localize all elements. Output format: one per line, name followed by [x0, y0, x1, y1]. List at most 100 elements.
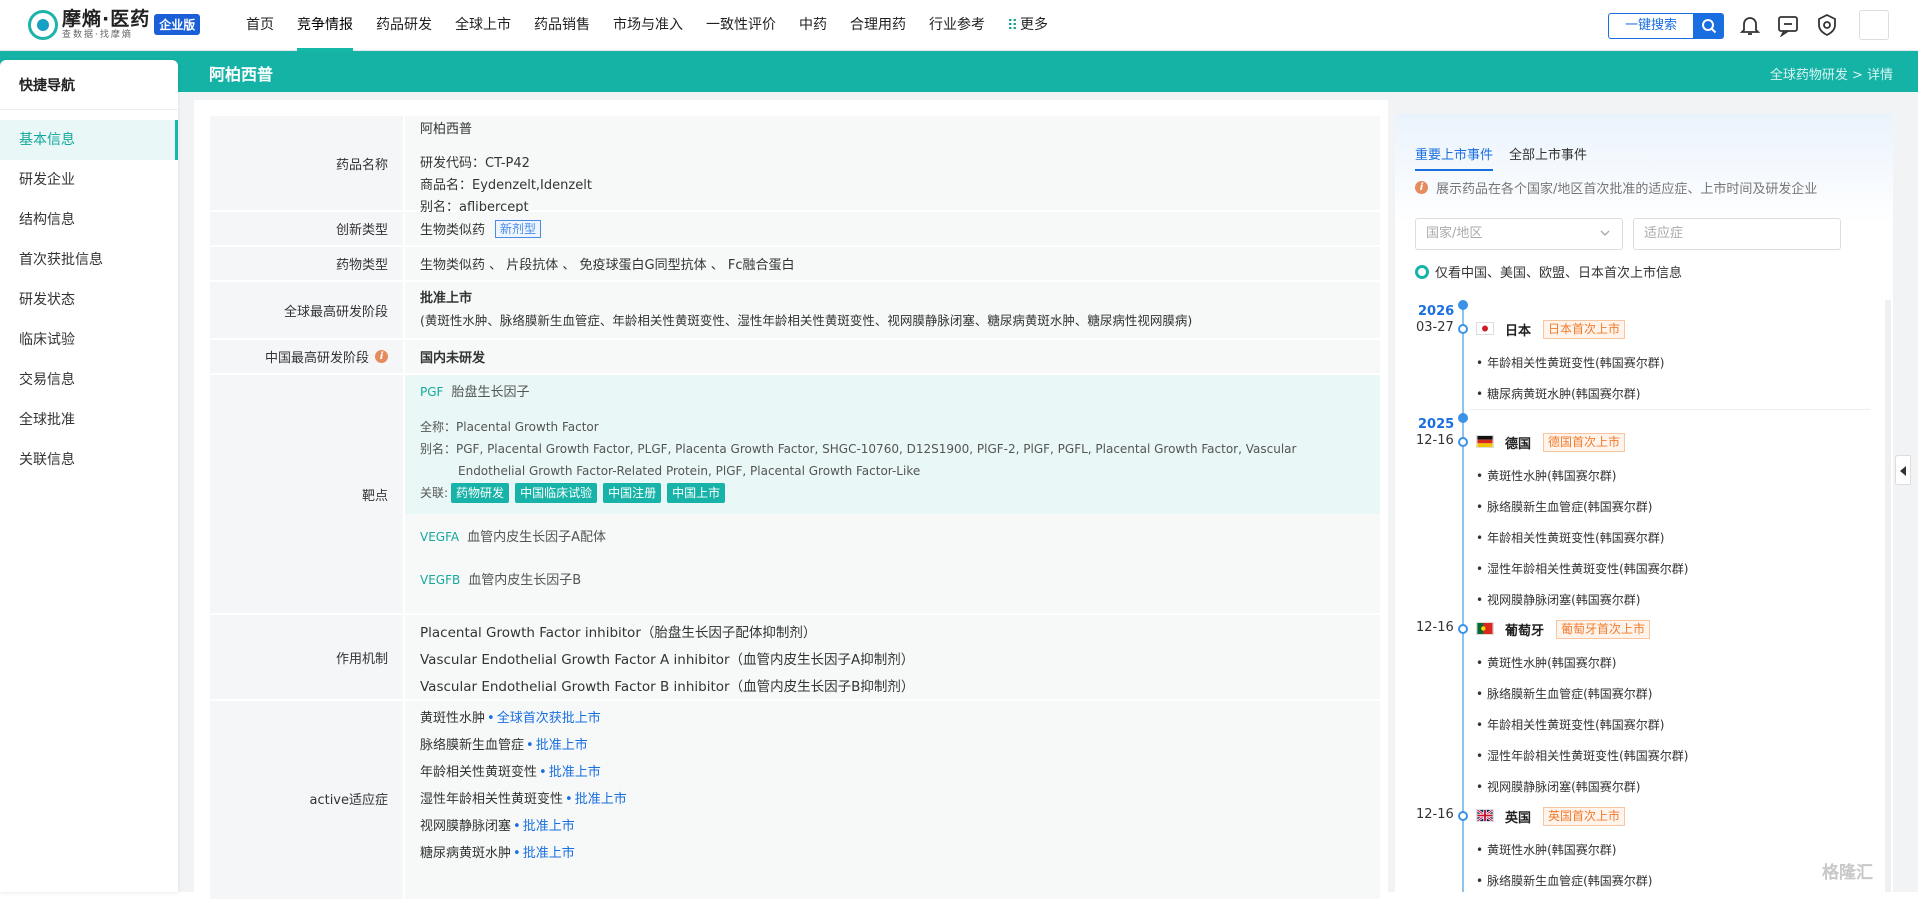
- chevron-left-icon: [1900, 466, 1906, 476]
- timeline-event-dot: [1458, 811, 1468, 821]
- label-drug-type: 药物类型: [210, 247, 403, 280]
- chip-drug-rd[interactable]: 药物研发: [451, 483, 510, 503]
- label-innovation: 创新类型: [210, 212, 403, 245]
- tab-all-events[interactable]: 全部上市事件: [1509, 144, 1587, 171]
- country-name: 葡萄牙: [1505, 624, 1545, 639]
- chip-china-trials[interactable]: 中国临床试验: [515, 483, 598, 503]
- feedback-icon[interactable]: [1776, 13, 1800, 38]
- china-stage-label: 中国最高研发阶段: [264, 351, 369, 366]
- nav-market-access[interactable]: 市场与准入: [613, 0, 683, 51]
- nav-drug-sales[interactable]: 药品销售: [534, 0, 590, 51]
- country-name: 英国: [1505, 811, 1532, 826]
- flag-japan-icon: [1476, 322, 1494, 335]
- indication-item: 视网膜静脉闭塞 • 批准上市: [420, 819, 575, 834]
- sidebar-item-basic-info[interactable]: 基本信息: [0, 120, 178, 160]
- collapse-handle[interactable]: [1895, 455, 1911, 485]
- event-item: 脉络膜新生血管症(韩国赛尔群): [1476, 498, 1652, 515]
- nav-industry-ref[interactable]: 行业参考: [929, 0, 985, 51]
- mechanism-item: Vascular Endothelial Growth Factor A inh…: [420, 652, 915, 668]
- event-item: 脉络膜新生血管症(韩国赛尔群): [1476, 685, 1652, 702]
- label-mechanism: 作用机制: [210, 615, 403, 699]
- search-icon[interactable]: [1694, 13, 1724, 39]
- radio-icon[interactable]: [1415, 264, 1429, 279]
- timeline-event-dot: [1458, 624, 1468, 634]
- row-indications: active适应症 黄斑性水肿 • 全球首次获批上市 脉络膜新生血管症 • 批准上市 年…: [210, 701, 1380, 901]
- nav-consistency-eval[interactable]: 一致性评价: [706, 0, 776, 51]
- country-name: 德国: [1505, 437, 1532, 452]
- first-launch-filter[interactable]: 仅看中国、美国、欧盟、日本首次上市信息: [1415, 262, 1682, 281]
- info-icon: i: [1415, 181, 1428, 194]
- indication-select-placeholder: 适应症: [1644, 226, 1684, 241]
- nav-rational-use[interactable]: 合理用药: [850, 0, 906, 51]
- flag-portugal-icon: [1476, 622, 1494, 635]
- bell-icon[interactable]: [1738, 13, 1762, 37]
- logo[interactable]: 摩熵·医药 查数据·找摩熵 企业版: [28, 8, 201, 42]
- target-code[interactable]: VEGFB: [420, 573, 460, 587]
- event-item: 年龄相关性黄斑变性(韩国赛尔群): [1476, 354, 1664, 371]
- info-table: 药品名称 阿柏西普 研发代码：CT-P42 商品名：Eydenzelt,Iden…: [210, 116, 1380, 901]
- indication-item: 脉络膜新生血管症 • 批准上市: [420, 738, 588, 753]
- breadcrumb[interactable]: 全球药物研发 > 详情: [1770, 64, 1893, 83]
- tab-key-events[interactable]: 重要上市事件: [1415, 144, 1494, 171]
- timeline-date: 12-16: [1416, 807, 1454, 822]
- sidebar-item-rd-status[interactable]: 研发状态: [0, 280, 178, 320]
- row-drug-type: 药物类型 生物类似药 、 片段抗体 、 免疫球蛋白G同型抗体 、 Fc融合蛋白: [210, 247, 1380, 282]
- edition-badge: 企业版: [154, 14, 201, 35]
- sidebar-item-global-approval[interactable]: 全球批准: [0, 400, 178, 440]
- row-innovation: 创新类型 生物类似药 新剂型: [210, 212, 1380, 247]
- info-icon[interactable]: i: [375, 350, 388, 363]
- event-item: 糖尿病黄斑水肿(韩国赛尔群): [1476, 385, 1640, 402]
- event-item: 湿性年龄相关性黄斑变性(韩国赛尔群): [1476, 747, 1688, 764]
- nav-global-launch[interactable]: 全球上市: [455, 0, 511, 51]
- events-note-text: 展示药品在各个国家/地区首次批准的适应症、上市时间及研发企业: [1436, 182, 1818, 197]
- indication-name: 黄斑性水肿: [420, 711, 486, 726]
- nav-drug-rd[interactable]: 药品研发: [376, 0, 432, 51]
- indication-status[interactable]: 批准上市: [536, 738, 588, 753]
- related-label: 关联:: [420, 486, 449, 500]
- chip-china-registration[interactable]: 中国注册: [603, 483, 662, 503]
- top-bar: 摩熵·医药 查数据·找摩熵 企业版 首页 竞争情报 药品研发 全球上市 药品销售…: [0, 0, 1918, 51]
- label-global-stage: 全球最高研发阶段: [210, 282, 403, 338]
- indication-status[interactable]: 批准上市: [549, 765, 601, 780]
- country-select[interactable]: 国家/地区: [1415, 218, 1623, 250]
- event-item: 脉络膜新生血管症(韩国赛尔群): [1476, 872, 1652, 889]
- target-code[interactable]: VEGFA: [420, 530, 459, 544]
- event-item: 黄斑性水肿(韩国赛尔群): [1476, 654, 1616, 671]
- target-pgf: PGF 胎盘生长因子 全称：Placental Growth Factor 别名：…: [405, 375, 1380, 514]
- indication-status[interactable]: 全球首次获批上市: [497, 711, 601, 726]
- indication-select[interactable]: 适应症: [1633, 218, 1841, 250]
- event-item: 黄斑性水肿(韩国赛尔群): [1476, 841, 1616, 858]
- indication-status[interactable]: 批准上市: [523, 819, 575, 834]
- event-item: 湿性年龄相关性黄斑变性(韩国赛尔群): [1476, 560, 1688, 577]
- nav-tcm[interactable]: 中药: [799, 0, 827, 51]
- label-targets: 靶点: [210, 375, 403, 613]
- indication-name: 湿性年龄相关性黄斑变性: [420, 792, 564, 807]
- timeline-year: 2025: [1418, 417, 1455, 432]
- country-select-placeholder: 国家/地区: [1426, 226, 1483, 241]
- target-fullname: 全称：Placental Growth Factor: [420, 420, 599, 434]
- scrollbar[interactable]: [1885, 300, 1891, 892]
- nav-more[interactable]: 更多: [1008, 0, 1048, 51]
- trade-name: 商品名：Eydenzelt,Idenzelt: [420, 178, 592, 193]
- nav-competitive-intel[interactable]: 竞争情报: [297, 0, 353, 51]
- quick-search-button[interactable]: 一键搜索: [1608, 13, 1694, 39]
- sidebar-item-structure[interactable]: 结构信息: [0, 200, 178, 240]
- innovation-type: 生物类似药: [420, 223, 486, 238]
- avatar[interactable]: [1859, 10, 1889, 40]
- sidebar-item-deals[interactable]: 交易信息: [0, 360, 178, 400]
- indication-status[interactable]: 批准上市: [523, 846, 575, 861]
- sidebar-item-rd-companies[interactable]: 研发企业: [0, 160, 178, 200]
- page-title: 阿柏西普: [209, 65, 274, 84]
- chip-china-launch[interactable]: 中国上市: [667, 483, 726, 503]
- value-drug-name: 阿柏西普 研发代码：CT-P42 商品名：Eydenzelt,Idenzelt …: [405, 116, 1380, 215]
- sidebar-item-clinical-trials[interactable]: 临床试验: [0, 320, 178, 360]
- event-item: 黄斑性水肿(韩国赛尔群): [1476, 467, 1616, 484]
- sidebar-item-related[interactable]: 关联信息: [0, 440, 178, 480]
- target-code[interactable]: PGF: [420, 385, 443, 399]
- logo-title: 摩熵·医药: [62, 8, 151, 30]
- nav-home[interactable]: 首页: [246, 0, 274, 51]
- indication-name: 脉络膜新生血管症: [420, 738, 525, 753]
- sidebar-item-first-approval[interactable]: 首次获批信息: [0, 240, 178, 280]
- indication-status[interactable]: 批准上市: [575, 792, 627, 807]
- shield-icon[interactable]: [1815, 13, 1839, 37]
